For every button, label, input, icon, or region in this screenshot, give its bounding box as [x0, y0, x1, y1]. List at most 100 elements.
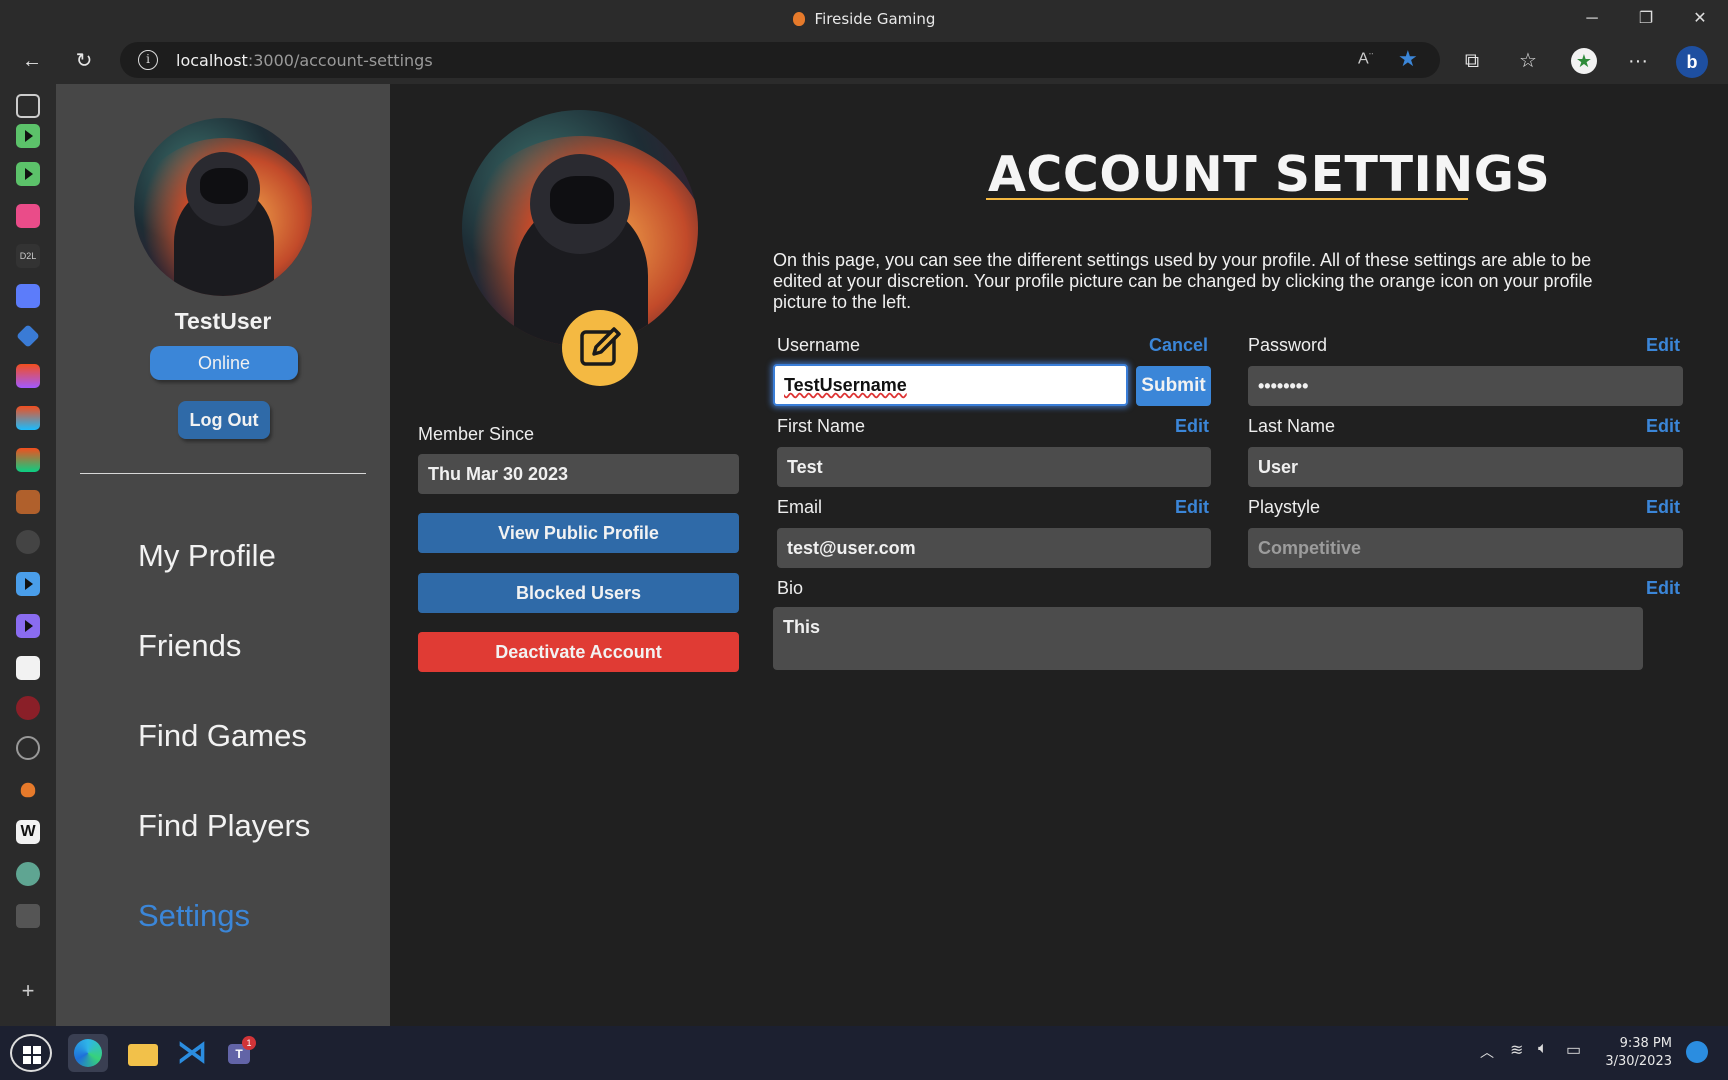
last-name-field: User	[1248, 447, 1683, 487]
password-field: ••••••••	[1248, 366, 1683, 406]
nav-settings[interactable]: Settings	[138, 898, 250, 934]
password-edit-link[interactable]: Edit	[1646, 335, 1680, 356]
email-label: Email	[777, 497, 823, 517]
edge-taskbar-icon[interactable]	[68, 1034, 108, 1072]
member-since-value: Thu Mar 30 2023	[418, 454, 739, 494]
tab-actions-icon[interactable]	[16, 94, 40, 118]
bio-textarea: This	[773, 607, 1643, 670]
view-public-profile-button[interactable]: View Public Profile	[418, 513, 739, 553]
edit-profile-picture-button[interactable]	[562, 310, 638, 386]
minimize-icon[interactable]: ─	[1572, 6, 1612, 32]
blocked-users-button[interactable]: Blocked Users	[418, 573, 739, 613]
playstyle-label: Playstyle	[1248, 497, 1321, 517]
show-hidden-icons-icon[interactable]: ︿	[1480, 1042, 1494, 1062]
url-text[interactable]: localhost:3000/account-settings	[176, 51, 433, 70]
vertical-tab-2-icon[interactable]	[16, 162, 40, 186]
jira-tab-icon[interactable]	[16, 324, 40, 348]
first-name-label: First Name	[777, 416, 866, 436]
system-clock[interactable]: 9:38 PM 3/30/2023	[1605, 1035, 1672, 1071]
figma-tab-1-icon[interactable]	[16, 364, 40, 388]
extensions-icon[interactable]: ⧉	[1456, 46, 1488, 76]
username-input-value: TestUsername	[784, 375, 907, 395]
last-name-label: Last Name	[1248, 416, 1336, 436]
chatgpt-tab-icon[interactable]	[16, 862, 40, 886]
clock-date: 3/30/2023	[1605, 1054, 1672, 1069]
fireside-favicon-icon	[792, 12, 805, 26]
wifi-icon[interactable]: ≋	[1510, 1040, 1523, 1060]
email-field: test@user.com	[777, 528, 1211, 568]
deactivate-account-button[interactable]: Deactivate Account	[418, 632, 739, 672]
nav-find-players[interactable]: Find Players	[138, 808, 310, 844]
circle-tab-icon[interactable]	[16, 736, 40, 760]
email-edit-link[interactable]: Edit	[1175, 497, 1209, 518]
site-info-icon[interactable]: i	[138, 50, 158, 70]
google-tab-icon[interactable]	[16, 656, 40, 680]
vertical-tab-1-icon[interactable]	[16, 124, 40, 148]
vscode-taskbar-icon[interactable]: ⋊	[172, 1034, 212, 1072]
page-title: ACCOUNT SETTINGS	[988, 146, 1551, 203]
volume-icon[interactable]: 🔈︎	[1538, 1040, 1548, 1058]
vertical-tab-4-icon[interactable]	[16, 572, 40, 596]
sidebar-username: TestUser	[174, 308, 272, 334]
password-label: Password	[1248, 335, 1328, 355]
url-path: :3000/account-settings	[247, 51, 433, 70]
restore-icon[interactable]: ❐	[1626, 6, 1666, 32]
username-cancel-link[interactable]: Cancel	[1149, 335, 1208, 356]
username-label: Username	[777, 335, 861, 355]
heart-tab-icon[interactable]	[16, 696, 40, 720]
playstyle-edit-link[interactable]: Edit	[1646, 497, 1680, 518]
username-input[interactable]: TestUsername	[773, 364, 1128, 406]
nav-find-games[interactable]: Find Games	[138, 718, 307, 754]
back-icon[interactable]: ←	[16, 46, 48, 76]
new-tab-icon[interactable]: +	[16, 980, 40, 1004]
nav-friends[interactable]: Friends	[138, 628, 241, 664]
start-button-icon[interactable]	[10, 1034, 52, 1072]
first-name-edit-link[interactable]: Edit	[1175, 416, 1209, 437]
online-status-button[interactable]: Online	[150, 346, 298, 380]
github-tab-icon[interactable]	[16, 530, 40, 554]
url-host: localhost	[176, 51, 248, 70]
bio-label: Bio	[777, 578, 804, 598]
notification-center-icon[interactable]	[1686, 1041, 1708, 1063]
favorites-icon[interactable]: ☆	[1512, 46, 1544, 76]
refresh-icon[interactable]: ↻	[68, 46, 100, 76]
nav-my-profile[interactable]: My Profile	[138, 538, 276, 574]
profile-avatar-icon[interactable]: ★	[1568, 46, 1600, 76]
clock-time: 9:38 PM	[1619, 1036, 1672, 1051]
title-underline	[986, 198, 1468, 200]
vertical-tab-3-icon[interactable]	[16, 204, 40, 228]
figma-tab-3-icon[interactable]	[16, 448, 40, 472]
last-name-edit-link[interactable]: Edit	[1646, 416, 1680, 437]
sidebar-avatar	[134, 118, 312, 296]
teams-taskbar-icon[interactable]: T 1	[222, 1034, 262, 1072]
profile-sidebar: TestUser Online Log Out My Profile Frien…	[56, 84, 390, 1026]
figma-tab-2-icon[interactable]	[16, 406, 40, 430]
member-since-label: Member Since	[418, 424, 535, 444]
playstyle-field: Competitive	[1248, 528, 1683, 568]
more-menu-icon[interactable]: ···	[1622, 46, 1654, 76]
teams-badge: 1	[242, 1036, 256, 1050]
word-tab-icon[interactable]: W	[16, 820, 40, 844]
username-submit-button[interactable]: Submit	[1136, 366, 1211, 406]
fireside-tab-icon[interactable]	[20, 782, 36, 798]
docs-tab-icon[interactable]	[16, 284, 40, 308]
close-icon[interactable]: ✕	[1680, 6, 1720, 32]
address-bar[interactable]: i localhost:3000/account-settings Aᐧᐧ ★	[120, 42, 1440, 78]
edit-pencil-icon	[580, 327, 621, 366]
log-out-button[interactable]: Log Out	[178, 401, 270, 439]
bing-copilot-icon[interactable]: b	[1676, 46, 1708, 78]
file-explorer-taskbar-icon[interactable]	[124, 1034, 164, 1072]
window-title-bar: Fireside Gaming ─ ❐ ✕	[0, 0, 1728, 38]
read-aloud-icon[interactable]: Aᐧᐧ	[1358, 49, 1373, 68]
intro-paragraph: On this page, you can see the different …	[773, 250, 1593, 312]
bio-edit-link[interactable]: Edit	[1646, 578, 1680, 599]
d2l-tab-icon[interactable]: D2L	[16, 244, 40, 268]
favorite-star-icon[interactable]: ★	[1398, 46, 1418, 72]
first-name-field: Test	[777, 447, 1211, 487]
vertical-tab-5-icon[interactable]	[16, 614, 40, 638]
extension-tab-icon[interactable]	[16, 490, 40, 514]
browser-toolbar: ← ↻ i localhost:3000/account-settings Aᐧ…	[0, 38, 1728, 84]
active-fireside-tab-icon[interactable]	[16, 904, 40, 928]
battery-icon[interactable]: ▭	[1566, 1040, 1581, 1060]
windows-taskbar: ⋊ T 1 ︿ ≋ 🔈︎ ▭ 9:38 PM 3/30/2023	[0, 1026, 1728, 1080]
